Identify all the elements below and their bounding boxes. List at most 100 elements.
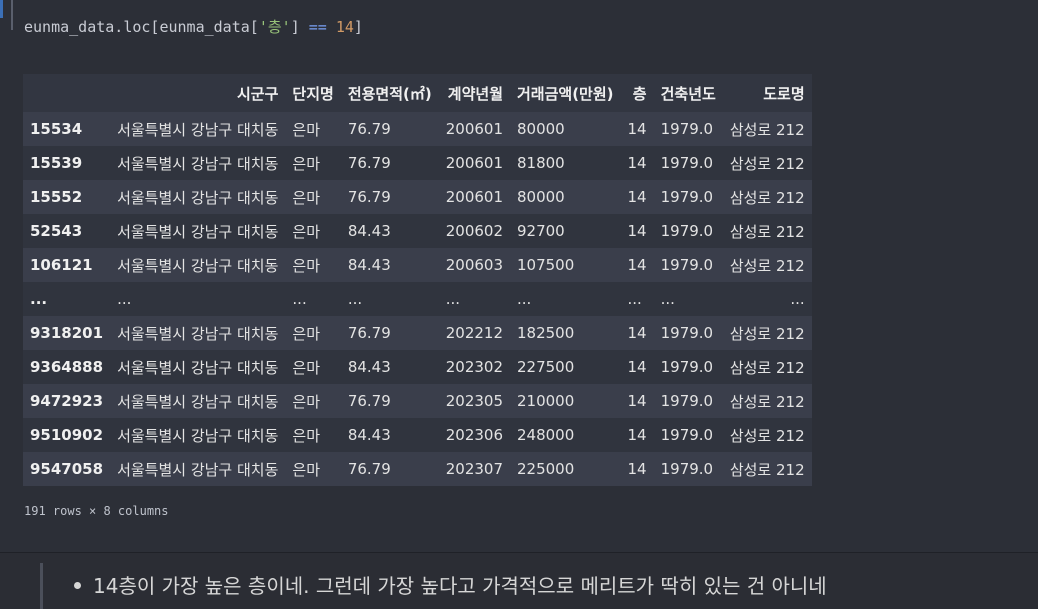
code-line[interactable]: eunma_data.loc[eunma_data['층'] == 14] bbox=[24, 16, 363, 37]
table-cell: 은마 bbox=[292, 460, 321, 479]
table-cell: 200601 bbox=[445, 120, 503, 138]
row-index: ... bbox=[30, 290, 48, 308]
table-cell: 삼성로 212 bbox=[729, 358, 805, 377]
cell-output: 시군구 단지명 전용면적(㎡) 계약년월 거래금액(만원) 층 건축년도 도로명… bbox=[0, 56, 1038, 552]
table-cell: 14 bbox=[627, 188, 647, 206]
table-cell: 삼성로 212 bbox=[729, 426, 805, 445]
table-row: 106121 서울특별시 강남구 대치동 은마 84.43 200603 107500 14… bbox=[23, 248, 812, 282]
table-cell: 1979.0 bbox=[660, 188, 714, 206]
table-row: 15539 서울특별시 강남구 대치동 은마 76.79 200601 81800 14 19… bbox=[23, 146, 812, 180]
code-number: 14 bbox=[335, 18, 354, 36]
table-cell: 서울특별시 강남구 대치동 bbox=[117, 120, 279, 139]
row-index: 15539 bbox=[30, 154, 83, 172]
markdown-cell[interactable]: 14층이 가장 높은 층이네. 그런데 가장 높다고 가격적으로 메리트가 딱히… bbox=[0, 552, 1038, 609]
table-cell: 14 bbox=[627, 222, 647, 240]
table-cell: 107500 bbox=[517, 256, 575, 274]
table-cell: 200601 bbox=[445, 188, 503, 206]
table-cell: 삼성로 212 bbox=[729, 188, 805, 207]
table-cell: 은마 bbox=[292, 324, 321, 343]
table-cell: 200603 bbox=[445, 256, 503, 274]
row-index: 15534 bbox=[30, 120, 83, 138]
table-cell: 14 bbox=[627, 460, 647, 478]
table-cell: 1979.0 bbox=[660, 120, 714, 138]
table-cell: 80000 bbox=[517, 188, 565, 206]
table-cell: 은마 bbox=[292, 392, 321, 411]
table-row: 52543 서울특별시 강남구 대치동 은마 84.43 200602 92700 14 19… bbox=[23, 214, 812, 248]
table-header-row: 시군구 단지명 전용면적(㎡) 계약년월 거래금액(만원) 층 건축년도 도로명 bbox=[23, 74, 812, 112]
table-cell: 80000 bbox=[517, 120, 565, 138]
code-suffix: ] bbox=[353, 18, 363, 36]
table-cell: 202302 bbox=[445, 358, 503, 376]
table-row: 15534 서울특별시 강남구 대치동 은마 76.79 200601 80000 14 19… bbox=[23, 112, 812, 146]
table-cell: 서울특별시 강남구 대치동 bbox=[117, 460, 279, 479]
row-index: 9364888 bbox=[30, 358, 104, 376]
code-prefix: eunma_data.loc[eunma_data[ bbox=[24, 18, 259, 36]
column-header: 전용면적(㎡) bbox=[340, 74, 439, 112]
table-cell: 84.43 bbox=[347, 358, 391, 376]
table-cell: 삼성로 212 bbox=[729, 460, 805, 479]
dataframe-table: 시군구 단지명 전용면적(㎡) 계약년월 거래금액(만원) 층 건축년도 도로명… bbox=[23, 74, 812, 486]
table-cell: 202212 bbox=[445, 324, 503, 342]
table-cell: 은마 bbox=[292, 188, 321, 207]
table-cell: 서울특별시 강남구 대치동 bbox=[117, 426, 279, 445]
table-cell: 76.79 bbox=[347, 460, 391, 478]
column-header: 거래금액(만원) bbox=[510, 74, 621, 112]
code-string-literal: '층' bbox=[258, 18, 291, 36]
code-mid: ] bbox=[290, 18, 309, 36]
table-cell: 202307 bbox=[445, 460, 503, 478]
row-index: 9547058 bbox=[30, 460, 104, 478]
table-row: 9318201 서울특별시 강남구 대치동 은마 76.79 202212 182500 1… bbox=[23, 316, 812, 350]
column-header: 층 bbox=[620, 74, 654, 112]
table-cell: 은마 bbox=[292, 256, 321, 275]
table-row: 9547058 서울특별시 강남구 대치동 은마 76.79 202307 225000 1… bbox=[23, 452, 812, 486]
table-cell: 14 bbox=[627, 426, 647, 444]
table-cell: 서울특별시 강남구 대치동 bbox=[117, 324, 279, 343]
table-cell: 삼성로 212 bbox=[729, 222, 805, 241]
column-header: 시군구 bbox=[110, 74, 286, 112]
table-cell: ... bbox=[517, 290, 532, 308]
table-cell: ... bbox=[790, 290, 805, 308]
table-row: 9510902 서울특별시 강남구 대치동 은마 84.43 202306 248000 1… bbox=[23, 418, 812, 452]
table-row: ........................... bbox=[23, 282, 812, 316]
table-cell: 84.43 bbox=[347, 222, 391, 240]
table-cell: 은마 bbox=[292, 222, 321, 241]
table-cell: 81800 bbox=[517, 154, 565, 172]
markdown-text: 14층이 가장 높은 층이네. 그런데 가장 높다고 가격적으로 메리트가 딱히… bbox=[93, 574, 827, 598]
table-cell: 1979.0 bbox=[660, 460, 714, 478]
table-row: 9472923 서울특별시 강남구 대치동 은마 76.79 202305 210000 1… bbox=[23, 384, 812, 418]
table-cell: 1979.0 bbox=[660, 154, 714, 172]
row-index: 9510902 bbox=[30, 426, 104, 444]
table-cell: 14 bbox=[627, 154, 647, 172]
column-header: 단지명 bbox=[285, 74, 341, 112]
table-cell: ... bbox=[347, 290, 363, 308]
table-cell: 76.79 bbox=[347, 154, 391, 172]
table-cell: 서울특별시 강남구 대치동 bbox=[117, 188, 279, 207]
column-header: 도로명 bbox=[722, 74, 812, 112]
dataframe-shape: 191 rows × 8 columns bbox=[24, 504, 169, 518]
table-cell: 14 bbox=[627, 324, 647, 342]
table-cell: 227500 bbox=[517, 358, 575, 376]
table-cell: 210000 bbox=[517, 392, 575, 410]
table-cell: 삼성로 212 bbox=[729, 120, 805, 139]
active-cell-marker bbox=[0, 0, 3, 18]
table-cell: 서울특별시 강남구 대치동 bbox=[117, 154, 279, 173]
table-cell: 1979.0 bbox=[660, 256, 714, 274]
table-cell: 은마 bbox=[292, 358, 321, 377]
table-cell: 14 bbox=[627, 256, 647, 274]
row-index: 9318201 bbox=[30, 324, 104, 342]
table-cell: 200602 bbox=[445, 222, 503, 240]
code-cell[interactable]: eunma_data.loc[eunma_data['층'] == 14] bbox=[0, 0, 1038, 57]
table-cell: ... bbox=[117, 290, 132, 308]
table-cell: 1979.0 bbox=[660, 324, 714, 342]
column-header: 계약년월 bbox=[438, 74, 510, 112]
table-cell: 182500 bbox=[517, 324, 575, 342]
row-index: 52543 bbox=[30, 222, 83, 240]
markdown-list-item: 14층이 가장 높은 층이네. 그런데 가장 높다고 가격적으로 메리트가 딱히… bbox=[74, 570, 827, 599]
table-cell: 14 bbox=[627, 392, 647, 410]
table-cell: 76.79 bbox=[347, 120, 391, 138]
table-cell: 서울특별시 강남구 대치동 bbox=[117, 392, 279, 411]
table-cell: 14 bbox=[627, 358, 647, 376]
table-cell: 은마 bbox=[292, 154, 321, 173]
table-cell: 76.79 bbox=[347, 324, 391, 342]
table-cell: 202306 bbox=[445, 426, 503, 444]
